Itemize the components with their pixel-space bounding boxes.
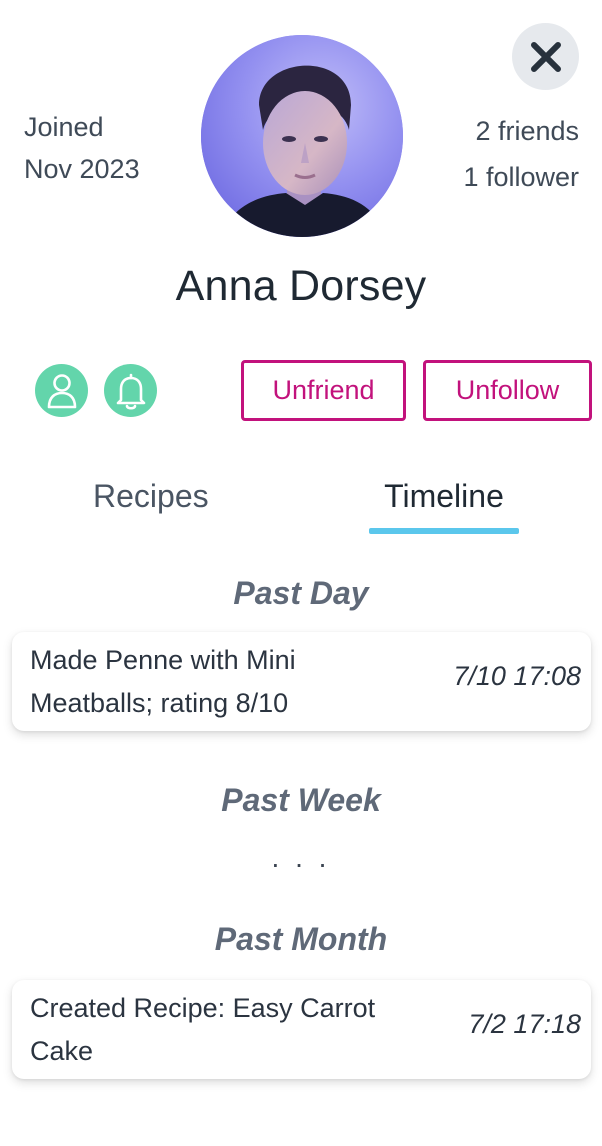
- social-stats: 2 friends 1 follower: [463, 108, 579, 200]
- profile-name: Anna Dorsey: [175, 262, 427, 310]
- tab-recipes[interactable]: Recipes: [93, 478, 209, 515]
- avatar-portrait: [201, 35, 403, 237]
- section-heading-past-month: Past Month: [214, 921, 388, 957]
- friends-count[interactable]: 2 friends: [463, 108, 579, 154]
- joined-info: Joined Nov 2023: [24, 106, 140, 190]
- unfriend-button[interactable]: Unfriend: [241, 360, 406, 421]
- active-tab-indicator: [369, 528, 519, 534]
- joined-date: Nov 2023: [24, 154, 140, 184]
- close-icon: [530, 41, 561, 72]
- timeline-entry[interactable]: Created Recipe: Easy Carrot Cake 7/2 17:…: [12, 980, 591, 1079]
- section-heading-past-day: Past Day: [233, 575, 369, 611]
- entry-text: Made Penne with Mini Meatballs; rating 8…: [30, 645, 296, 718]
- profile-card: Joined Nov 2023 2 friends 1 follower Ann…: [0, 0, 602, 1146]
- section-heading-past-week: Past Week: [221, 782, 381, 818]
- friend-status-button[interactable]: [35, 364, 88, 417]
- close-button[interactable]: [512, 23, 579, 90]
- joined-label: Joined: [24, 112, 104, 142]
- bell-icon: [116, 373, 145, 410]
- user-icon: [47, 373, 76, 408]
- entry-text: Created Recipe: Easy Carrot Cake: [30, 993, 376, 1066]
- unfollow-button[interactable]: Unfollow: [423, 360, 592, 421]
- notifications-button[interactable]: [104, 364, 157, 417]
- followers-count[interactable]: 1 follower: [463, 154, 579, 200]
- entry-timestamp: 7/10 17:08: [453, 661, 581, 691]
- tab-timeline[interactable]: Timeline: [369, 478, 519, 515]
- empty-placeholder: . . .: [271, 842, 331, 873]
- timeline-entry[interactable]: Made Penne with Mini Meatballs; rating 8…: [12, 632, 591, 731]
- avatar: [201, 35, 403, 237]
- entry-timestamp: 7/2 17:18: [468, 1009, 581, 1039]
